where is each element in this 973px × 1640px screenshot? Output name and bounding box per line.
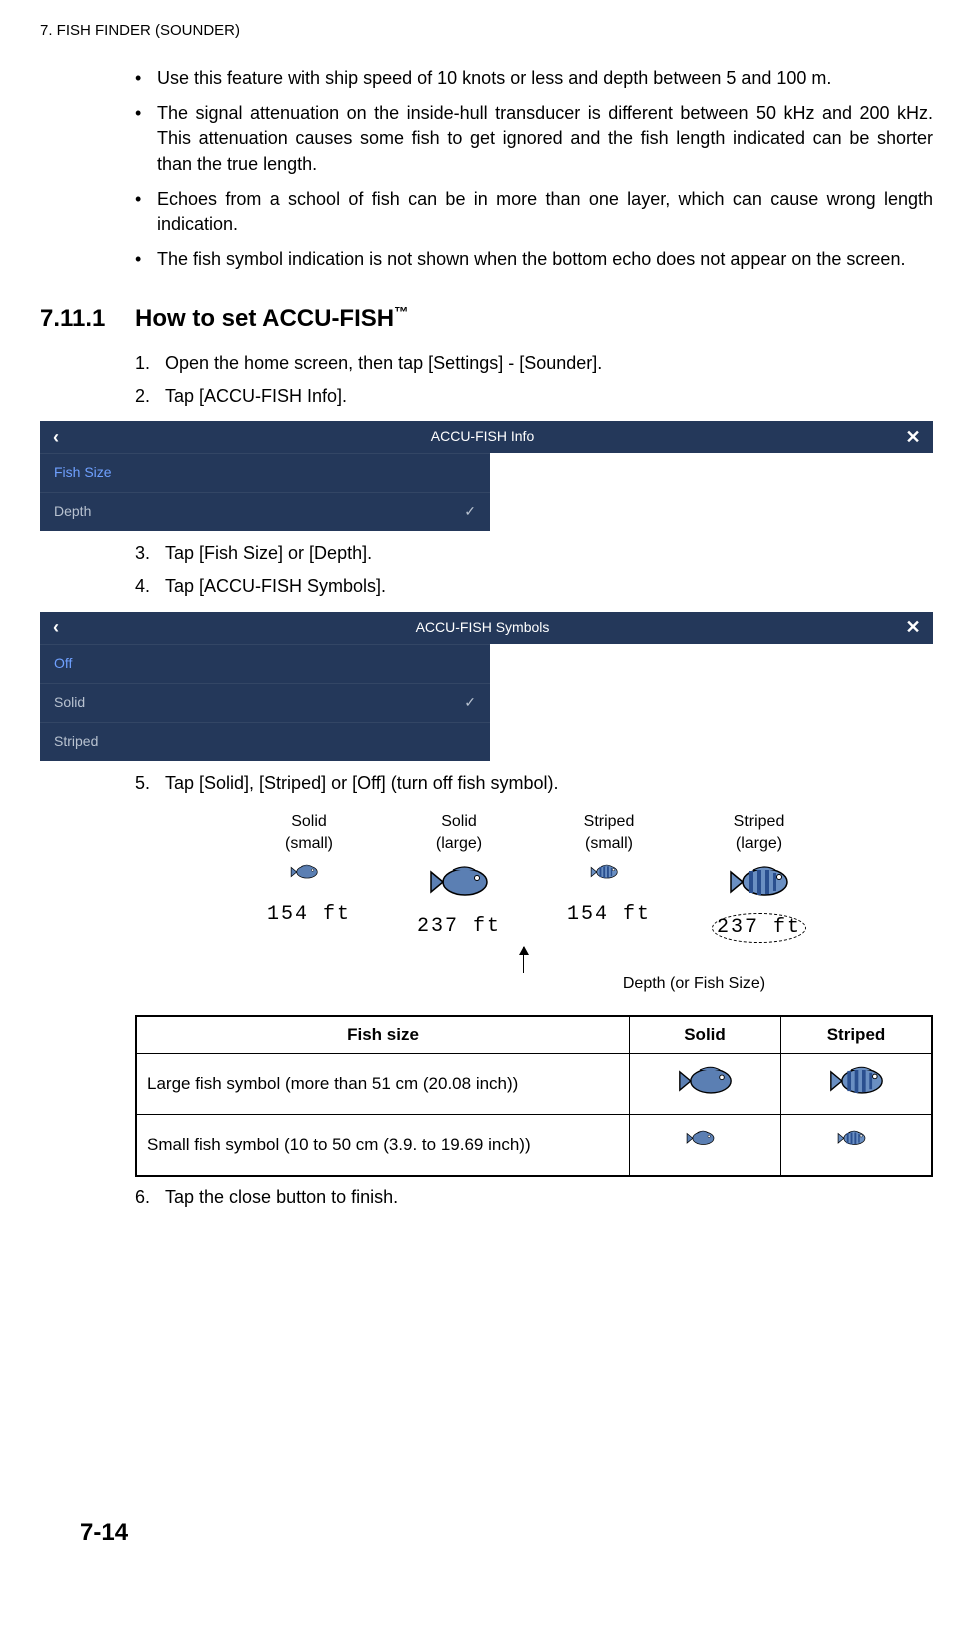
section-number: 7.11.1 <box>40 302 135 336</box>
depth-value-highlighted: 237 ft <box>712 913 806 943</box>
step-text: Tap [ACCU-FISH Info]. <box>165 386 347 406</box>
option-off[interactable]: Off <box>40 644 490 683</box>
fish-label: Striped <box>734 813 785 830</box>
panel-title: ACCU-FISH Info <box>72 427 893 447</box>
fish-label: Striped <box>584 813 635 830</box>
table-cell: Small fish symbol (10 to 50 cm (3.9. to … <box>136 1115 630 1177</box>
option-label: Off <box>54 654 72 674</box>
table-header: Striped <box>781 1016 933 1053</box>
option-label: Fish Size <box>54 463 112 483</box>
option-solid[interactable]: Solid ✓ <box>40 683 490 722</box>
bullet-item: Use this feature with ship speed of 10 k… <box>135 66 933 91</box>
fish-striped-large-icon <box>729 862 789 902</box>
fish-solid-large-icon <box>429 862 489 902</box>
page-number: 7-14 <box>80 1516 128 1550</box>
step-text: Tap [Fish Size] or [Depth]. <box>165 543 372 563</box>
fish-sublabel: (large) <box>436 835 482 852</box>
step-5: 5.Tap [Solid], [Striped] or [Off] (turn … <box>135 771 933 796</box>
fish-sublabel: (large) <box>736 835 782 852</box>
section-title: How to set ACCU-FISH™ <box>135 302 409 336</box>
step-2: 2.Tap [ACCU-FISH Info]. <box>135 384 933 409</box>
table-cell: Large fish symbol (more than 51 cm (20.0… <box>136 1054 630 1115</box>
accu-fish-symbols-panel: ‹ ACCU-FISH Symbols ✕ Off Solid ✓ Stripe… <box>40 612 933 761</box>
accu-fish-info-panel: ‹ ACCU-FISH Info ✕ Fish Size Depth ✓ <box>40 421 933 531</box>
step-text: Open the home screen, then tap [Settings… <box>165 353 602 373</box>
option-depth[interactable]: Depth ✓ <box>40 492 490 531</box>
fish-label: Solid <box>291 813 327 830</box>
step-4: 4.Tap [ACCU-FISH Symbols]. <box>135 574 933 599</box>
check-icon: ✓ <box>464 502 476 522</box>
close-icon[interactable]: ✕ <box>893 425 933 450</box>
close-icon[interactable]: ✕ <box>893 615 933 640</box>
fish-striped-large-icon <box>829 1062 884 1100</box>
intro-bullets: Use this feature with ship speed of 10 k… <box>135 66 933 272</box>
step-text: Tap the close button to finish. <box>165 1187 398 1207</box>
bullet-item: Echoes from a school of fish can be in m… <box>135 187 933 237</box>
fish-sublabel: (small) <box>285 835 333 852</box>
fish-striped-small-icon <box>836 1128 876 1156</box>
table-header: Solid <box>630 1016 781 1053</box>
step-1: 1.Open the home screen, then tap [Settin… <box>135 351 933 376</box>
check-icon: ✓ <box>464 693 476 713</box>
step-6: 6.Tap the close button to finish. <box>135 1185 933 1210</box>
table-header: Fish size <box>136 1016 630 1053</box>
fish-solid-small-icon <box>289 862 329 890</box>
step-text: Tap [ACCU-FISH Symbols]. <box>165 576 386 596</box>
fish-size-table: Fish size Solid Striped Large fish symbo… <box>135 1015 933 1177</box>
fish-label: Solid <box>441 813 477 830</box>
step-3: 3.Tap [Fish Size] or [Depth]. <box>135 541 933 566</box>
option-label: Striped <box>54 732 98 752</box>
annotation-label: Depth (or Fish Size) <box>623 975 765 992</box>
table-row: Small fish symbol (10 to 50 cm (3.9. to … <box>136 1115 932 1177</box>
fish-symbol-samples: Solid(small) 154 ft Solid(large) 237 ft … <box>135 811 933 943</box>
step-text: Tap [Solid], [Striped] or [Off] (turn of… <box>165 773 559 793</box>
panel-title: ACCU-FISH Symbols <box>72 618 893 638</box>
bullet-item: The fish symbol indication is not shown … <box>135 247 933 272</box>
table-row: Large fish symbol (more than 51 cm (20.0… <box>136 1054 932 1115</box>
depth-value: 154 ft <box>554 901 664 929</box>
back-icon[interactable]: ‹ <box>40 615 72 640</box>
option-label: Solid <box>54 693 85 713</box>
fish-solid-large-icon <box>678 1062 733 1100</box>
back-icon[interactable]: ‹ <box>40 425 72 450</box>
arrow-icon <box>523 947 525 973</box>
fish-solid-small-icon <box>685 1128 725 1156</box>
option-label: Depth <box>54 502 91 522</box>
chapter-header: 7. FISH FINDER (SOUNDER) <box>40 20 933 41</box>
depth-value: 237 ft <box>404 913 514 941</box>
option-fish-size[interactable]: Fish Size <box>40 453 490 492</box>
depth-value: 154 ft <box>254 901 364 929</box>
bullet-item: The signal attenuation on the inside-hul… <box>135 101 933 177</box>
option-striped[interactable]: Striped <box>40 722 490 761</box>
fish-striped-small-icon <box>589 862 629 890</box>
fish-sublabel: (small) <box>585 835 633 852</box>
